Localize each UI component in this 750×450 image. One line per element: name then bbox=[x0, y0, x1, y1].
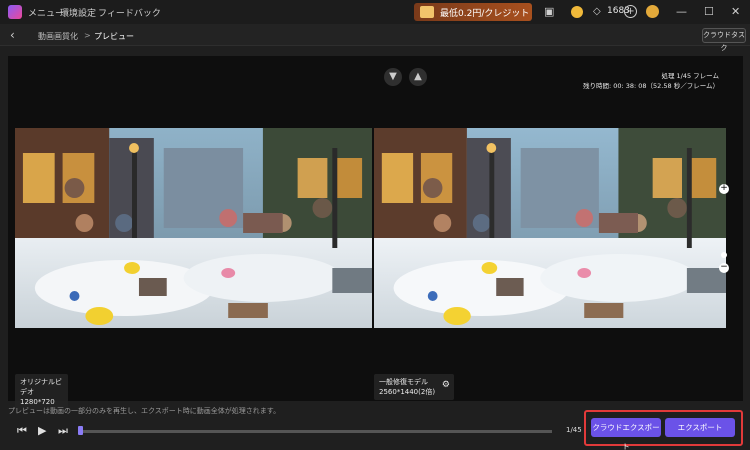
cloud-task-button[interactable]: クラウドタスク bbox=[702, 28, 746, 52]
add-credits-button[interactable]: + bbox=[624, 5, 637, 18]
timeline-playhead[interactable] bbox=[78, 426, 83, 435]
feedback-menu[interactable]: フィードバック bbox=[98, 6, 161, 19]
enhanced-video-frame bbox=[374, 128, 726, 328]
gift-icon bbox=[420, 6, 434, 18]
user-avatar[interactable] bbox=[646, 5, 659, 18]
title-bar: メニュー 環境設定 フィードバック 最低0.2円/クレジット ▣ ◇ 1683 … bbox=[0, 0, 750, 24]
play-icon[interactable]: ▶ bbox=[38, 424, 46, 437]
promo-banner[interactable]: 最低0.2円/クレジット bbox=[414, 3, 532, 21]
next-frame-icon[interactable]: ⏭ bbox=[58, 424, 68, 438]
back-icon[interactable]: ‹ bbox=[10, 28, 15, 42]
app-logo bbox=[8, 5, 22, 19]
breadcrumb-separator: > bbox=[84, 31, 91, 40]
promo-text: 最低0.2円/クレジット bbox=[440, 8, 530, 19]
breadcrumb: ‹ 動画画質化 > プレビュー クラウドタスク bbox=[0, 24, 750, 52]
minimize-icon[interactable]: — bbox=[676, 6, 687, 18]
zoom-in-icon[interactable]: + bbox=[719, 184, 729, 194]
previous-frame-icon[interactable]: ⏮ bbox=[17, 424, 27, 438]
thumbs-up-icon[interactable]: ▲ bbox=[409, 68, 427, 86]
close-icon[interactable]: ✕ bbox=[731, 6, 740, 18]
menu-button[interactable]: メニュー bbox=[28, 6, 64, 19]
export-button[interactable]: エクスポート bbox=[665, 418, 735, 437]
frame-counter: 1/45 bbox=[566, 426, 582, 434]
cloud-export-button[interactable]: クラウドエクスポート bbox=[591, 418, 661, 450]
preview-notice: プレビューは動画の一部分のみを再生し、エクスポート時に動画全体が処理されます。 bbox=[8, 407, 281, 415]
original-video-title: オリジナルビデオ bbox=[20, 378, 62, 396]
model-title: 一般修復モデル bbox=[379, 378, 428, 386]
breadcrumb-current: プレビュー bbox=[94, 32, 134, 41]
scene-image-original bbox=[15, 128, 372, 328]
original-video-label: オリジナルビデオ 1280*720 bbox=[15, 374, 68, 410]
notification-icon[interactable]: ▣ bbox=[544, 6, 554, 18]
timeline-track[interactable] bbox=[80, 430, 552, 433]
coin-icon[interactable] bbox=[571, 6, 583, 18]
scene-image-enhanced bbox=[374, 128, 726, 328]
settings-menu[interactable]: 環境設定 bbox=[60, 6, 96, 19]
breadcrumb-parent[interactable]: 動画画質化 bbox=[38, 31, 78, 42]
zoom-out-icon[interactable]: − bbox=[719, 263, 729, 273]
thumbs-down-icon[interactable]: ▼ bbox=[384, 68, 402, 86]
original-video-frame bbox=[15, 128, 372, 328]
processing-frames: 処理 1/45 フレーム bbox=[661, 72, 719, 80]
sliders-icon[interactable]: ⚙ bbox=[442, 380, 450, 390]
preview-area: ▼ ▲ 処理 1/45 フレーム 残り時間: 00: 38: 08（52.58 … bbox=[8, 56, 743, 410]
model-resolution: 2560*1440(2倍) bbox=[379, 388, 436, 396]
model-label[interactable]: 一般修復モデル 2560*1440(2倍) ⚙ bbox=[374, 374, 454, 400]
remaining-time: 残り時間: 00: 38: 08（52.58 秒／フレーム） bbox=[582, 82, 719, 90]
diamond-icon: ◇ bbox=[593, 6, 601, 17]
zoom-level-dot[interactable] bbox=[721, 252, 727, 258]
maximize-icon[interactable]: ☐ bbox=[704, 6, 714, 18]
